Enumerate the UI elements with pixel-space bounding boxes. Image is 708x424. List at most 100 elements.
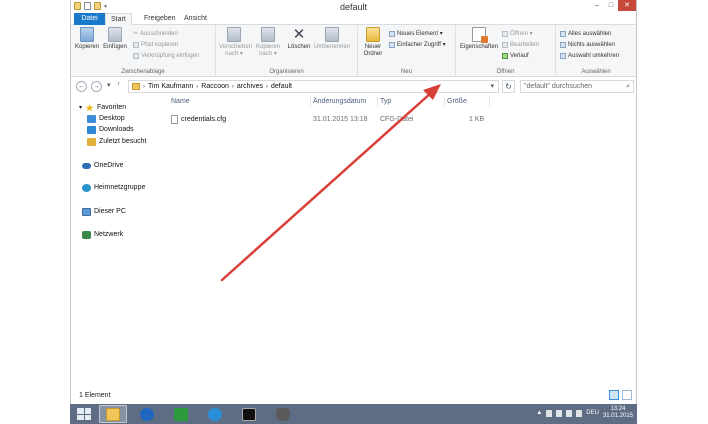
system-tray: ▲ DEU 13:24 31.01.2015 (536, 406, 633, 420)
nav-onedrive[interactable]: OneDrive (82, 161, 124, 171)
maximize-button[interactable]: □ (604, 0, 618, 11)
edit-button[interactable]: Bearbeiten (502, 41, 539, 49)
up-button[interactable]: ↑ (117, 81, 121, 88)
tab-datei[interactable]: Datei (74, 13, 105, 25)
chevron-down-icon: ▾ (107, 82, 111, 89)
clock[interactable]: 13:24 31.01.2015 (603, 406, 633, 420)
back-button[interactable]: ← (76, 81, 87, 92)
clock-time: 13:24 (610, 406, 626, 412)
taskbar-store[interactable] (167, 405, 195, 423)
open-button[interactable]: Öffnen ▾ (502, 30, 533, 38)
move-to-button[interactable]: Verschieben nach ▾ (219, 27, 252, 58)
homegroup-icon (82, 184, 91, 192)
tray-network-icon[interactable] (566, 409, 573, 417)
select-all-button[interactable]: Alles auswählen (560, 30, 611, 38)
breadcrumb-item[interactable]: Raccoon (201, 83, 229, 90)
language-indicator[interactable]: DEU (586, 410, 599, 416)
chevron-down-icon[interactable]: ▾ (79, 103, 82, 113)
window-controls: – □ ✕ (590, 0, 636, 11)
delete-x-icon: ✕ (292, 26, 306, 43)
large-icons-view-icon[interactable] (622, 390, 632, 400)
address-dropdown-icon[interactable]: ▾ (490, 82, 494, 90)
invert-selection-icon (560, 53, 566, 59)
arrow-up-icon: ↑ (117, 81, 121, 88)
windows-start-icon[interactable] (75, 406, 93, 422)
copy-button[interactable]: Kopieren (75, 27, 99, 51)
raccoon-icon (276, 407, 290, 421)
tab-freigeben[interactable]: Freigeben (139, 13, 181, 25)
paste-button[interactable]: Einfügen (103, 27, 127, 51)
close-button[interactable]: ✕ (618, 0, 636, 11)
details-view-icon[interactable] (609, 390, 619, 400)
table-row[interactable]: credentials.cfg 31.01.2015 13:18 CFG-Dat… (169, 114, 589, 126)
column-header-name[interactable]: Name (169, 97, 311, 107)
nav-favorites[interactable]: ▾ Favoriten (79, 103, 126, 113)
taskbar-internet-explorer[interactable] (201, 405, 229, 423)
cut-button[interactable]: ✂ Ausschneiden (133, 30, 178, 38)
breadcrumb-item[interactable]: default (271, 83, 292, 90)
folder-icon (106, 407, 120, 421)
tab-ansicht[interactable]: Ansicht (179, 13, 212, 25)
cloud-icon (82, 163, 91, 169)
chevron-right-icon[interactable]: › (266, 84, 268, 90)
taskbar-raccoon[interactable] (269, 405, 297, 423)
easy-access-icon (389, 42, 395, 48)
nav-downloads[interactable]: Downloads (87, 125, 134, 135)
network-icon (82, 231, 91, 239)
rename-button[interactable]: Umbenennen (314, 27, 350, 51)
nav-this-pc[interactable]: Dieser PC (82, 207, 126, 217)
breadcrumb-item[interactable]: archives (237, 83, 263, 90)
new-item-icon (389, 31, 395, 37)
tray-flag-icon[interactable] (546, 409, 553, 417)
scissors-icon: ✂ (133, 31, 139, 37)
invert-selection-button[interactable]: Auswahl umkehren (560, 52, 619, 60)
nav-desktop[interactable]: Desktop (87, 114, 125, 124)
new-folder-button[interactable]: Neuer Ordner (361, 27, 385, 58)
tray-battery-icon[interactable] (556, 409, 563, 417)
taskbar-app-s[interactable] (133, 405, 161, 423)
copy-to-button[interactable]: Kopieren nach ▾ (253, 27, 283, 58)
select-none-icon (560, 42, 566, 48)
column-header-type[interactable]: Typ (378, 97, 445, 107)
tray-volume-icon[interactable] (576, 409, 583, 417)
explorer-window: ▾ default – □ ✕ Datei Start Freigeben An… (70, 0, 637, 404)
copy-to-icon (261, 27, 275, 42)
tray-chevron-icon[interactable]: ▲ (536, 410, 542, 416)
breadcrumb-item[interactable]: Tim Kaufmann (148, 83, 193, 90)
chevron-right-icon[interactable]: › (232, 84, 234, 90)
address-bar[interactable]: › Tim Kaufmann › Raccoon › archives › de… (128, 80, 499, 93)
recent-locations-button[interactable]: ▾ (107, 81, 111, 89)
internet-explorer-icon (208, 407, 222, 421)
taskbar-command-prompt[interactable] (235, 405, 263, 423)
taskbar-explorer[interactable] (99, 405, 127, 423)
search-input[interactable]: "default" durchsuchen ⌕ (520, 80, 634, 93)
forward-button[interactable]: → (91, 81, 102, 92)
computer-icon (82, 208, 91, 216)
column-header-modified[interactable]: Änderungsdatum (311, 97, 378, 107)
item-count: 1 Element (79, 392, 111, 399)
column-header-size[interactable]: Größe (445, 97, 490, 107)
select-all-icon (560, 31, 566, 37)
nav-recent[interactable]: Zuletzt besucht (87, 137, 146, 147)
easy-access-button[interactable]: Einfacher Zugriff ▾ (389, 41, 446, 49)
delete-button[interactable]: ✕ Löschen (287, 27, 311, 51)
copy-path-button[interactable]: Pfad kopieren (133, 41, 178, 49)
group-label-new: Neu (400, 69, 412, 75)
history-button[interactable]: Verlauf (502, 52, 529, 60)
arrow-right-icon: → (93, 83, 100, 90)
nav-homegroup[interactable]: Heimnetzgruppe (82, 183, 145, 193)
nav-network[interactable]: Netzwerk (82, 230, 123, 240)
folder-icon (132, 83, 140, 90)
refresh-button[interactable]: ↻ (502, 80, 515, 93)
new-item-button[interactable]: Neues Element ▾ (389, 30, 443, 38)
chevron-right-icon[interactable]: › (196, 84, 198, 90)
file-name-cell[interactable]: credentials.cfg (171, 114, 226, 126)
navigation-pane: ▾ Favoriten Desktop Downloads Zuletzt be… (71, 97, 159, 387)
arrow-left-icon: ← (78, 83, 85, 90)
paste-shortcut-button[interactable]: Verknüpfung einfügen (133, 52, 199, 60)
paste-icon (108, 27, 122, 42)
select-none-button[interactable]: Nichts auswählen (560, 41, 615, 49)
paste-shortcut-icon (133, 53, 139, 59)
minimize-button[interactable]: – (590, 0, 604, 11)
properties-button[interactable]: Eigenschaften (459, 27, 499, 51)
